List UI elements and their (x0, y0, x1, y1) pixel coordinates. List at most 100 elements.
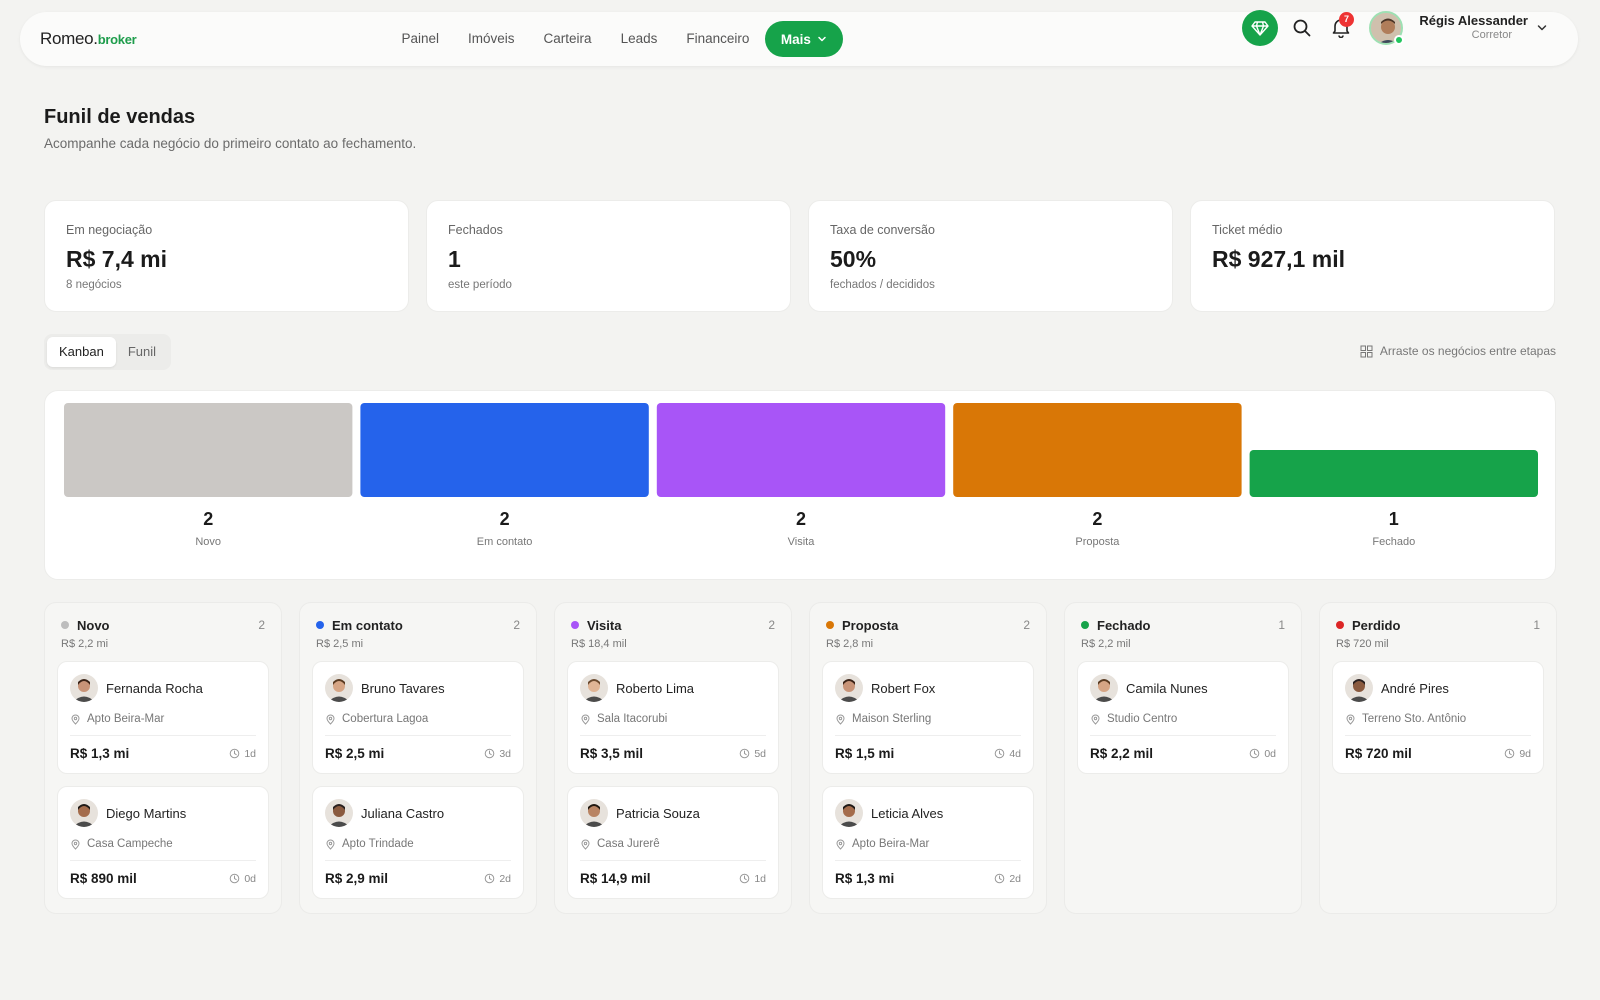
view-tabs: Kanban Funil (44, 334, 172, 370)
funnel-bar-em-contato[interactable] (360, 403, 649, 497)
search-icon[interactable] (1291, 17, 1313, 39)
stats-row: Em negociação R$ 7,4 mi 8 negócios Fecha… (44, 200, 1555, 312)
stat-label: Taxa de conversão (830, 223, 935, 237)
column-status-dot (1336, 621, 1344, 629)
deal-location-text: Studio Centro (1107, 713, 1178, 725)
stat-card-closed: Fechados 1 este período (426, 200, 791, 312)
kanban-column-fechado[interactable]: Fechado 1 R$ 2,2 mil Camila Nunes Studio Cen… (1064, 602, 1302, 914)
online-status-dot (1394, 35, 1404, 45)
funnel-bar-fechado[interactable] (1249, 450, 1538, 497)
deal-card[interactable]: Robert Fox Maison Sterling R$ 1,5 mi 4d (822, 661, 1034, 774)
user-menu-chevron-icon[interactable] (1536, 22, 1548, 34)
stat-label: Em negociação (66, 223, 153, 237)
kanban-column-em-contato[interactable]: Em contato 2 R$ 2,5 mi Bruno Tavares Cobertu… (299, 602, 537, 914)
column-total: R$ 2,5 mi (316, 638, 364, 650)
funnel-bar-visita[interactable] (656, 403, 946, 497)
location-pin-icon (836, 839, 845, 850)
deal-card[interactable]: Fernanda Rocha Apto Beira-Mar R$ 1,3 mi 1d (57, 661, 269, 774)
column-header: Em contato 2 (312, 615, 524, 635)
deal-age: 4d (994, 748, 1021, 760)
deal-value: R$ 2,9 mil (325, 871, 389, 886)
funnel-category-label: Em contato (477, 536, 533, 548)
stat-value: 1 (448, 246, 461, 272)
location-pin-icon (1346, 714, 1355, 725)
deal-card[interactable]: Diego Martins Casa Campeche R$ 890 mil 0d (57, 786, 269, 899)
deal-age: 3d (484, 748, 511, 760)
stat-card-average-ticket: Ticket médio R$ 927,1 mil (1190, 200, 1555, 312)
deal-age: 1d (229, 748, 256, 760)
kanban-board: Novo 2 R$ 2,2 mi Fernanda Rocha Apto Beira-M… (44, 602, 1557, 914)
card-divider (580, 860, 766, 861)
nav-item-imoveis[interactable]: Imóveis (454, 21, 530, 57)
funnel-value-label: 2 (203, 509, 213, 529)
column-count: 2 (258, 618, 265, 632)
nav-item-carteira[interactable]: Carteira (529, 21, 606, 57)
deal-location: Apto Beira-Mar (70, 711, 256, 727)
deal-client-name: Bruno Tavares (361, 680, 445, 696)
brand-logo[interactable]: Romeo.broker (40, 29, 137, 49)
nav-item-painel[interactable]: Painel (387, 21, 454, 57)
tab-kanban[interactable]: Kanban (47, 337, 116, 367)
column-header: Fechado 1 (1077, 615, 1289, 635)
deal-card[interactable]: Roberto Lima Sala Itacorubi R$ 3,5 mil 5d (567, 661, 779, 774)
kanban-column-proposta[interactable]: Proposta 2 R$ 2,8 mi Robert Fox Maison Sterl… (809, 602, 1047, 914)
column-total: R$ 2,2 mil (1081, 638, 1131, 650)
user-name[interactable]: Régis Alessander (1408, 13, 1528, 28)
kanban-column-visita[interactable]: Visita 2 R$ 18,4 mil Roberto Lima Sala Itaco… (554, 602, 792, 914)
card-divider (70, 735, 256, 736)
funnel-bar-novo[interactable] (64, 403, 353, 497)
column-title: Novo (77, 617, 110, 633)
more-menu-button[interactable]: Mais (764, 21, 843, 57)
deal-card[interactable]: Patricia Souza Casa Jurerê R$ 14,9 mil 1d (567, 786, 779, 899)
column-status-dot (316, 621, 324, 629)
nav-item-financeiro[interactable]: Financeiro (672, 21, 764, 57)
diamond-icon (1251, 21, 1269, 36)
kanban-column-perdido[interactable]: Perdido 1 R$ 720 mil André Pires Terreno Sto… (1319, 602, 1557, 914)
clock-icon (230, 748, 240, 759)
deal-age-text: 2d (1009, 872, 1021, 885)
deal-location-text: Casa Campeche (87, 838, 173, 850)
column-status-dot (1081, 621, 1089, 629)
user-role: Corretor (1471, 29, 1512, 41)
stat-sub: este período (448, 279, 512, 291)
column-title: Fechado (1097, 617, 1151, 633)
column-header: Proposta 2 (822, 615, 1034, 635)
clock-icon (1250, 748, 1260, 759)
deal-client-name: Robert Fox (871, 680, 936, 696)
deal-age: 2d (484, 873, 511, 885)
funnel-bar-proposta[interactable] (953, 403, 1242, 497)
clock-icon (995, 873, 1005, 884)
deal-card[interactable]: Bruno Tavares Cobertura Lagoa R$ 2,5 mi 3d (312, 661, 524, 774)
column-total: R$ 2,8 mi (826, 638, 874, 650)
deal-age-text: 0d (1264, 747, 1276, 760)
deal-value: R$ 2,2 mil (1090, 746, 1154, 761)
deal-age-text: 4d (1009, 747, 1021, 760)
tab-funil[interactable]: Funil (116, 337, 168, 367)
kanban-column-novo[interactable]: Novo 2 R$ 2,2 mi Fernanda Rocha Apto Beira-M… (44, 602, 282, 914)
main-nav: Painel Imóveis Carteira Leads Financeiro… (387, 21, 843, 57)
deal-card[interactable]: Camila Nunes Studio Centro R$ 2,2 mil 0d (1077, 661, 1289, 774)
card-divider (325, 860, 511, 861)
column-count: 2 (513, 618, 520, 632)
nav-item-leads[interactable]: Leads (606, 21, 672, 57)
stat-label: Fechados (448, 223, 503, 237)
deal-location: Terreno Sto. Antônio (1345, 711, 1531, 727)
brand-name: Romeo. (40, 29, 98, 48)
deal-value: R$ 3,5 mil (580, 746, 644, 761)
funnel-category-label: Visita (788, 536, 816, 548)
stat-sub: fechados / decididos (830, 279, 935, 291)
avatar (1345, 674, 1373, 702)
premium-button[interactable] (1242, 10, 1278, 46)
deal-card[interactable]: Leticia Alves Apto Beira-Mar R$ 1,3 mi 2d (822, 786, 1034, 899)
avatar (325, 799, 353, 827)
deal-card[interactable]: André Pires Terreno Sto. Antônio R$ 720 mi… (1332, 661, 1544, 774)
column-header: Novo 2 (57, 615, 269, 635)
deal-location-text: Maison Sterling (852, 713, 932, 725)
deal-location-text: Apto Beira-Mar (87, 713, 165, 725)
chevron-down-icon (818, 36, 826, 42)
location-pin-icon (581, 714, 590, 725)
deal-card[interactable]: Juliana Castro Apto Trindade R$ 2,9 mil 2d (312, 786, 524, 899)
deal-age-text: 1d (244, 747, 256, 760)
deal-age: 9d (1504, 748, 1531, 760)
avatar (835, 799, 863, 827)
